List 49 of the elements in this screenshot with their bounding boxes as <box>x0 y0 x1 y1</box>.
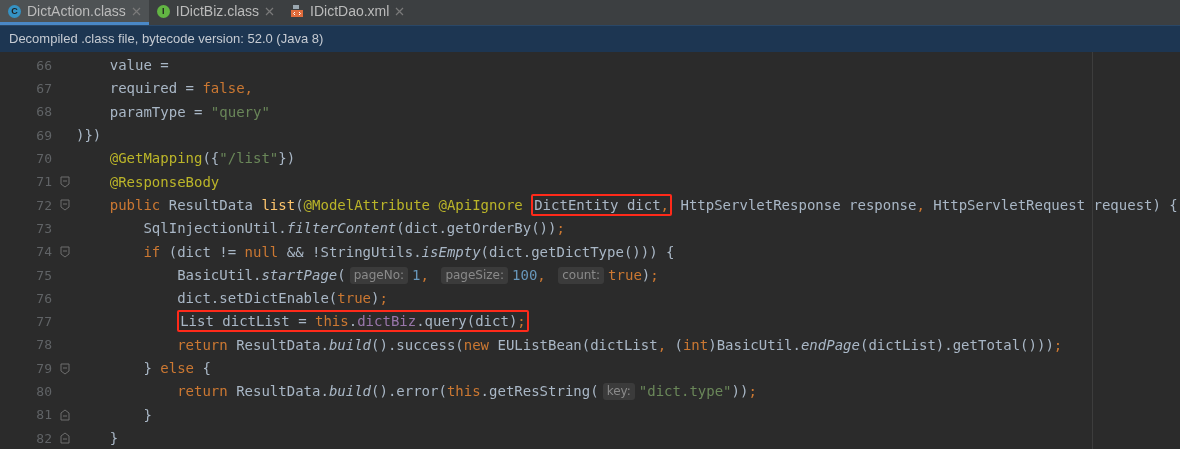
line-number: 81 <box>35 406 53 425</box>
info-banner: Decompiled .class file, bytecode version: 52.0 (Java 8) <box>0 25 1180 52</box>
line-number: 69 <box>35 126 53 145</box>
code-line: } else { <box>142 359 211 378</box>
line-number: 71 <box>35 173 53 192</box>
fold-icon[interactable] <box>60 432 70 445</box>
line-number: 74 <box>35 243 53 262</box>
code-line: return ResultData.build().success(new EUListBean(dictList, (int)BasicUtil.endPage(dictList).getTotal())); <box>176 335 1063 355</box>
line-number: 76 <box>35 289 53 308</box>
close-icon[interactable] <box>395 6 405 16</box>
file-icon <box>290 4 305 18</box>
line-number: 72 <box>35 196 53 215</box>
line-number: 77 <box>35 313 53 332</box>
line-number: 75 <box>35 266 53 285</box>
code-line: dict.setDictEnable(true); <box>176 289 388 309</box>
class-icon: C <box>8 4 21 18</box>
code-line: value = <box>108 56 170 76</box>
fold-icon[interactable] <box>60 176 70 189</box>
interface-icon: I <box>156 4 170 18</box>
fold-icon[interactable] <box>60 199 70 212</box>
line-number: 80 <box>35 383 53 402</box>
line-number: 79 <box>35 359 53 378</box>
code-line: return ResultData.build().error(this.getResString( key: "dict.type")); <box>176 382 757 403</box>
code-line: BasicUtil.startPage( pageNo: 1, pageSize: 100, count: true); <box>176 265 659 286</box>
code-line: required = false, <box>108 79 254 99</box>
line-number: 68 <box>35 103 53 122</box>
code-line: @GetMapping({"/list"}) <box>108 149 296 169</box>
fold-icon[interactable] <box>60 362 70 375</box>
code-line: public ResultData list(@ModelAttribute @ApiIgnore DictEntity dict, HttpServletResponse response, HttpServletRequest request) { <box>76 194 1178 216</box>
fold-icon[interactable] <box>60 246 70 258</box>
code-line: @ResponseBody <box>108 172 220 192</box>
code-line: } <box>108 428 119 448</box>
file-tab[interactable]: IDictDao.xml <box>282 0 413 25</box>
line-number: 66 <box>35 56 53 75</box>
code-line: } <box>142 405 152 425</box>
line-number: 82 <box>35 429 53 448</box>
line-number: 78 <box>35 336 53 355</box>
fold-icon[interactable] <box>60 409 70 422</box>
file-tab[interactable]: I IDictBiz.class <box>148 0 283 25</box>
code-line: )}) <box>76 126 102 146</box>
code-line: SqlInjectionUtil.filterContent(dict.getOrderBy()); <box>142 219 565 239</box>
code-line: if (dict != null && !StringUtils.isEmpty(dict.getDictType())) { <box>142 242 675 262</box>
close-icon[interactable] <box>265 6 275 16</box>
file-tab[interactable]: C DictAction.class <box>0 0 149 25</box>
line-number: 70 <box>35 150 53 169</box>
code-line: paramType = "query" <box>108 102 270 122</box>
line-number: 73 <box>35 219 53 238</box>
close-icon[interactable] <box>131 6 141 16</box>
line-number: 67 <box>35 80 53 99</box>
